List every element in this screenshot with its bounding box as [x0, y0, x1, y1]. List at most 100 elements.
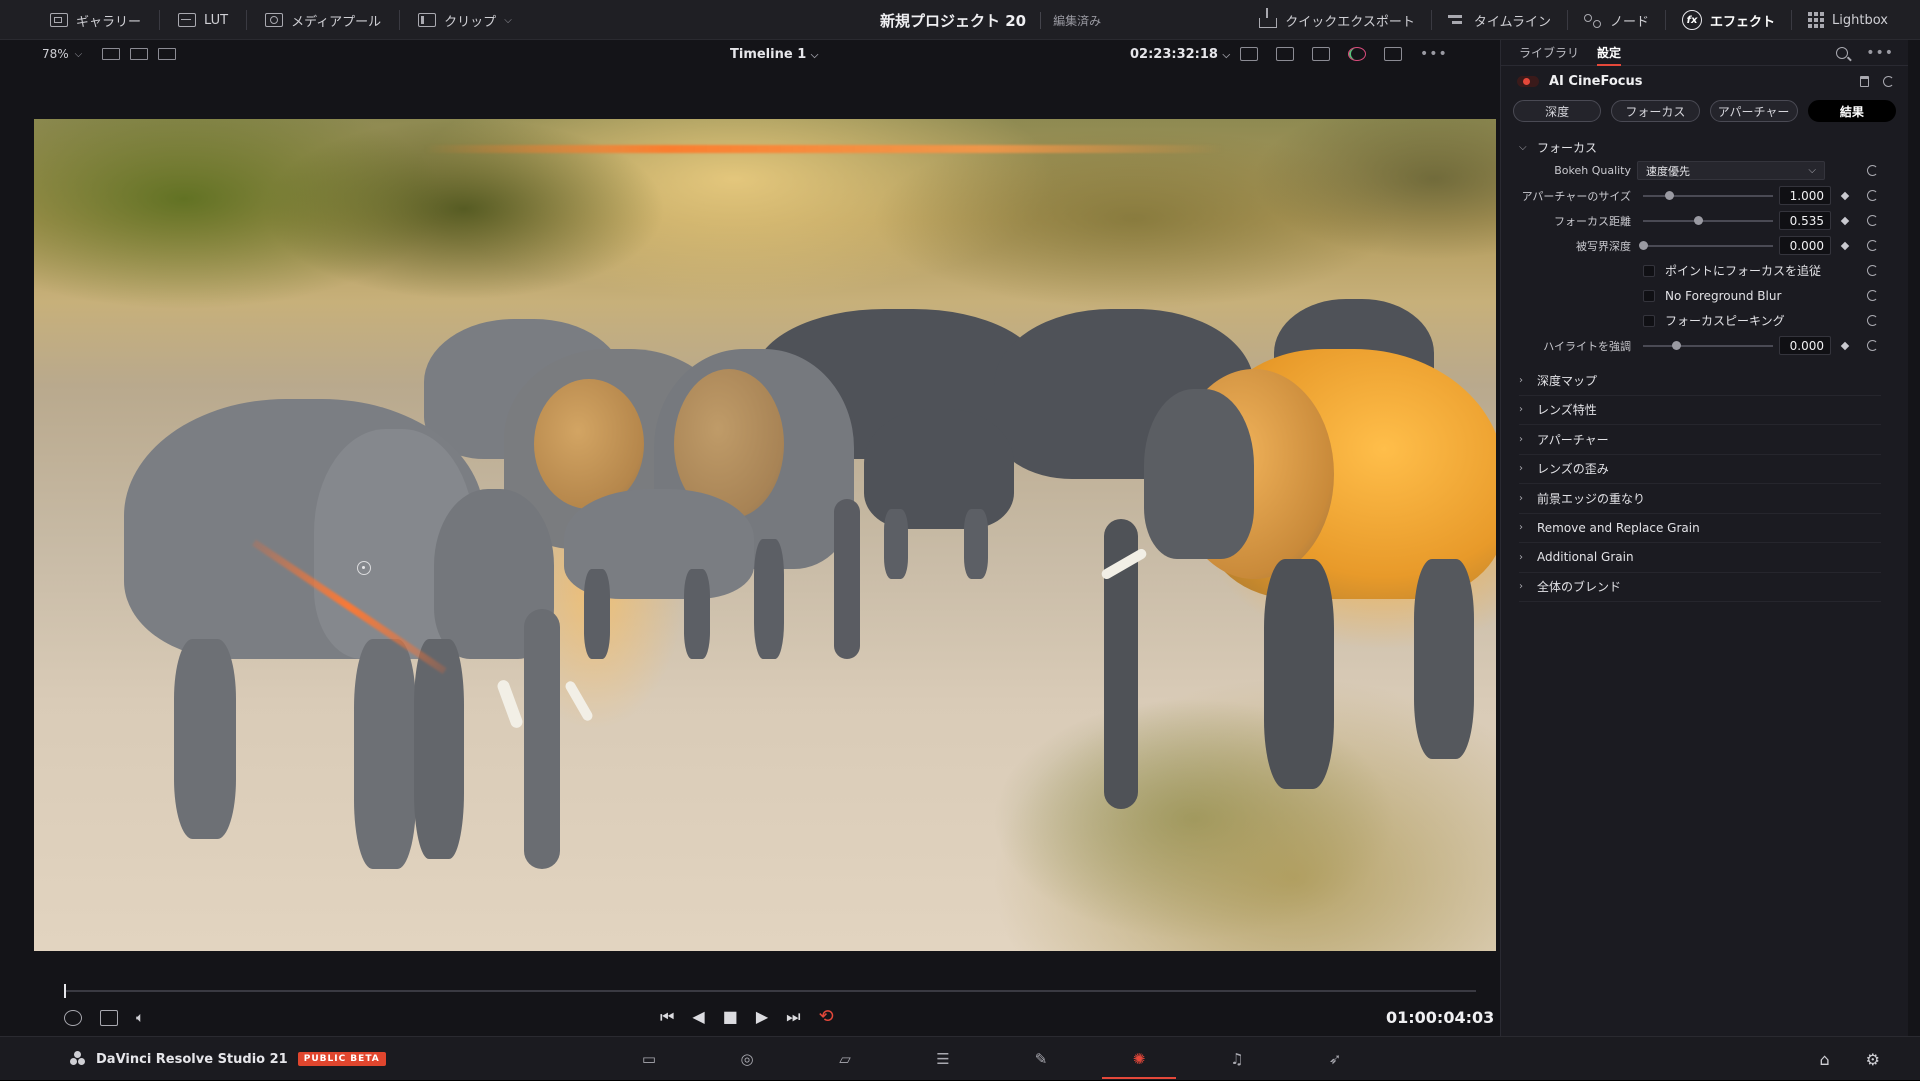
section-lens-distortion[interactable]: › レンズの歪み [1519, 455, 1881, 484]
slider-knob[interactable] [1671, 340, 1681, 350]
keyframe-icon[interactable] [1840, 216, 1850, 225]
reset-icon[interactable] [1867, 315, 1878, 326]
stop-icon[interactable]: ■ [723, 1007, 738, 1026]
video-viewer[interactable] [34, 119, 1496, 951]
keyframe-icon[interactable] [1840, 191, 1850, 200]
reset-icon[interactable] [1867, 190, 1878, 201]
highlight-boost-value[interactable]: 0.000 [1779, 336, 1831, 355]
fullscreen-icon[interactable] [1384, 47, 1402, 61]
seg-tab-focus[interactable]: フォーカス [1611, 100, 1700, 122]
play-icon[interactable]: ▶︎ [756, 1007, 768, 1026]
reset-icon[interactable] [1867, 215, 1878, 226]
fairlight-page-icon[interactable]: ♫ [1188, 1037, 1286, 1081]
aperture-size-slider[interactable] [1643, 190, 1773, 200]
more-options-icon[interactable]: ••• [1866, 45, 1894, 61]
single-viewer-icon[interactable] [102, 48, 121, 60]
transform-icon[interactable] [1312, 47, 1330, 61]
section-foreground-edge-overlap[interactable]: › 前景エッジの重なり [1519, 484, 1881, 514]
viewer-size-icon[interactable] [1240, 47, 1258, 61]
nodes-button[interactable]: ノード [1574, 6, 1659, 34]
timeline-selector[interactable]: Timeline 1 ⌵ [730, 47, 818, 62]
more-options-icon[interactable]: ••• [1420, 46, 1448, 62]
depth-of-field-value[interactable]: 0.000 [1779, 236, 1831, 255]
highlight-boost-slider[interactable] [1643, 340, 1773, 350]
seg-tab-aperture[interactable]: アパーチャー [1709, 100, 1798, 122]
media-page-icon[interactable]: ▭ [600, 1037, 698, 1081]
effects-button[interactable]: fx エフェクト [1672, 6, 1785, 34]
focus-point-marker[interactable] [357, 561, 371, 575]
edit-page-icon[interactable]: ▱ [796, 1037, 894, 1081]
color-page-icon[interactable]: ✺ [1090, 1037, 1188, 1081]
focus-section-header[interactable]: ⌵ フォーカス [1519, 136, 1898, 158]
reset-icon[interactable] [1867, 165, 1878, 176]
layers-icon[interactable] [100, 1010, 118, 1026]
reset-icon[interactable] [1867, 290, 1878, 301]
section-global-blend[interactable]: › 全体のブレンド [1519, 573, 1881, 602]
lut-label: LUT [204, 12, 229, 28]
go-to-start-icon[interactable]: ⏮︎ [660, 1007, 674, 1027]
timeline-scrubber[interactable] [64, 990, 1476, 992]
output-icon[interactable] [1276, 47, 1294, 61]
focus-distance-slider[interactable] [1643, 215, 1773, 225]
keyframe-icon[interactable] [1840, 241, 1850, 250]
gallery-icon [50, 13, 68, 27]
media-pool-button[interactable]: メディアプール [255, 6, 391, 34]
source-timecode[interactable]: 02:23:32:18 ⌵ [1130, 47, 1230, 62]
tab-library[interactable]: ライブラリ [1519, 40, 1579, 66]
reset-icon[interactable] [1867, 340, 1878, 351]
step-back-icon[interactable]: ◀︎ [692, 1007, 704, 1026]
section-aperture[interactable]: › アパーチャー [1519, 425, 1881, 455]
timeline-name-label: Timeline 1 [730, 46, 807, 62]
section-depth-map[interactable]: › 深度マップ [1519, 366, 1881, 396]
zoom-dropdown[interactable]: 78% [42, 47, 69, 61]
seg-tab-depth[interactable]: 深度 [1513, 100, 1602, 122]
slider-knob[interactable] [1639, 240, 1648, 250]
clips-button[interactable]: クリップ ⌵ [408, 6, 522, 34]
home-icon[interactable]: ⌂ [1820, 1050, 1830, 1069]
no-foreground-blur-checkbox[interactable] [1643, 289, 1655, 302]
trash-icon[interactable] [1860, 75, 1869, 87]
bokeh-quality-select[interactable]: 速度優先 ⌵ [1637, 161, 1825, 180]
track-focus-point-checkbox[interactable] [1643, 264, 1655, 277]
go-to-end-icon[interactable]: ⏭︎ [786, 1007, 800, 1027]
beta-badge: PUBLIC BETA [297, 1052, 386, 1066]
depth-of-field-slider[interactable] [1639, 240, 1773, 250]
timeline-button[interactable]: タイムライン [1438, 6, 1561, 34]
keyframe-icon[interactable] [1840, 341, 1850, 350]
color-overlay-icon[interactable] [1348, 47, 1366, 61]
slider-knob[interactable] [1693, 215, 1703, 225]
settings-gear-icon[interactable]: ⚙ [1866, 1050, 1880, 1069]
split-viewer-icon[interactable] [130, 48, 149, 60]
volume-icon[interactable]: 🔈︎ [136, 1010, 144, 1026]
lightbox-button[interactable]: Lightbox [1798, 6, 1898, 34]
reset-icon[interactable] [1867, 240, 1878, 251]
compare-viewer-icon[interactable] [158, 48, 177, 60]
fusion-page-icon[interactable]: ☰ [894, 1037, 992, 1081]
effects-overlay-icon[interactable] [64, 1010, 82, 1026]
search-icon[interactable] [1836, 47, 1849, 59]
reset-icon[interactable] [1883, 75, 1894, 87]
gallery-button[interactable]: ギャラリー [40, 6, 151, 34]
quick-export-button[interactable]: クイックエクスポート [1249, 6, 1425, 34]
reset-icon[interactable] [1867, 265, 1878, 276]
section-additional-grain[interactable]: › Additional Grain [1519, 543, 1881, 573]
effect-enable-toggle[interactable] [1517, 75, 1539, 87]
fairlight-edit-icon[interactable]: ✎ [992, 1037, 1090, 1081]
elephant-leg [754, 539, 784, 659]
lut-button[interactable]: LUT [168, 6, 238, 34]
slider-knob[interactable] [1665, 190, 1674, 200]
cut-page-icon[interactable]: ◎ [698, 1037, 796, 1081]
section-label: 全体のブレンド [1537, 580, 1622, 595]
highlight-boost-label: ハイライトを強調 [1543, 339, 1631, 353]
tab-settings[interactable]: 設定 [1597, 40, 1622, 66]
focus-distance-value[interactable]: 0.535 [1779, 211, 1831, 230]
focus-peaking-checkbox[interactable] [1643, 314, 1655, 327]
section-lens-characteristics[interactable]: › レンズ特性 [1519, 396, 1881, 425]
loop-icon[interactable]: ⟲ [819, 1006, 834, 1027]
aperture-size-value[interactable]: 1.000 [1779, 186, 1831, 205]
seg-tab-result[interactable]: 結果 [1807, 100, 1896, 122]
playhead[interactable] [64, 984, 66, 998]
deliver-page-icon[interactable]: ➶ [1286, 1037, 1384, 1081]
elephant-tusk [563, 679, 595, 723]
section-remove-replace-grain[interactable]: › Remove and Replace Grain [1519, 514, 1881, 543]
